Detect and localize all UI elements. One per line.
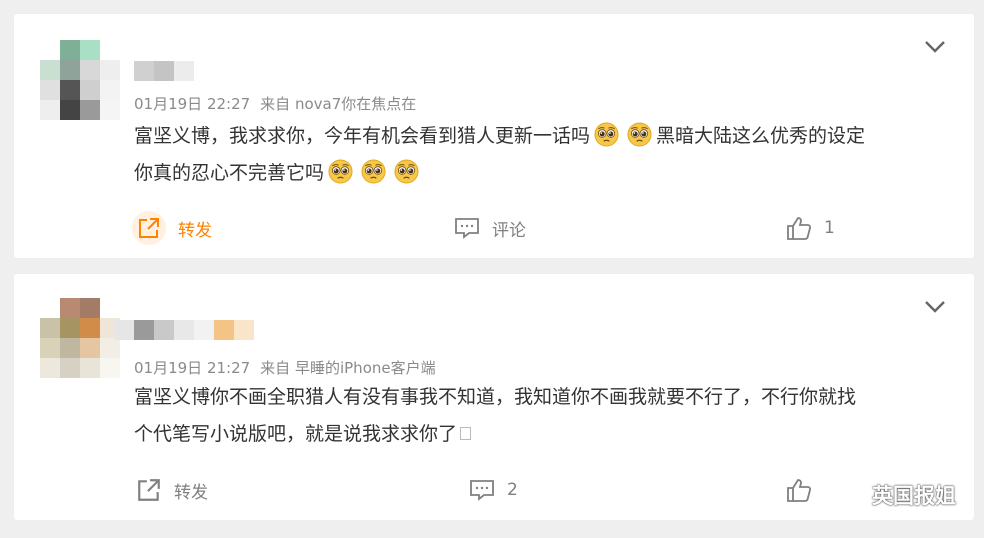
avatar-pixel [100,100,120,120]
avatar-pixel [60,298,80,318]
avatar-pixel [60,358,80,378]
avatar-pixel [40,80,60,100]
avatar-pixel [60,80,80,100]
avatar-pixel [40,338,60,358]
source-client[interactable]: 早睡的iPhone客户端 [295,359,436,377]
avatar-pixel [40,40,60,60]
like-button[interactable]: 1 [786,210,835,246]
wechat-icon [833,482,864,507]
username-pixel [194,320,214,340]
avatar-pixel [100,80,120,100]
avatar-pixel [100,338,120,358]
avatar-pixel [100,40,120,60]
timestamp: 01月19日 21:27 [134,359,251,377]
avatar-pixel [60,338,80,358]
comment-text: 富坚义博，我求求你，今年有机会看到猎人更新一话吗 黑暗大陆这么优秀的设定 你真的忍… [134,118,954,192]
username-pixel [214,320,234,340]
comment-meta: 01月19日 22:27 来自 nova7你在焦点在 [134,93,416,114]
pleading-face-emoji [394,159,419,184]
repost-icon-highlight [132,211,166,245]
source-client[interactable]: nova7你在焦点在 [295,95,416,113]
missing-glyph-box [460,427,472,440]
username-pixel [154,320,174,340]
pleading-face-emoji [627,122,652,147]
like-count: 1 [824,218,835,238]
username-pixel [114,320,134,340]
action-bar: 转发 2 [14,472,974,508]
username-pixel [134,320,154,340]
comment-text-part: 你真的忍心不完善它吗 [134,162,325,184]
avatar-pixel [60,40,80,60]
avatar-pixel [40,60,60,80]
timestamp: 01月19日 22:27 [134,95,251,113]
repost-button[interactable]: 转发 [136,472,208,508]
username[interactable] [134,61,194,81]
username-pixel [174,61,194,81]
avatar-pixel [60,318,80,338]
repost-icon [139,218,159,238]
thumbs-up-icon [787,217,812,240]
comment-text-part: 个代笔写小说版吧，就是说我求求你了 [134,423,458,445]
comment-text-part: 富坚义博，我求求你，今年有机会看到猎人更新一话吗 [134,125,591,147]
comment-line: 富坚义博你不画全职猎人有没有事我不知道，我知道你不画我就要不行了，不行你就找 [134,386,857,408]
avatar-pixel [80,100,100,120]
comment-line: 富坚义博，我求求你，今年有机会看到猎人更新一话吗 黑暗大陆这么优秀的设定 [134,118,954,155]
avatar-pixel [40,358,60,378]
comment-count: 2 [507,480,518,500]
watermark-text: 英国报姐 [872,484,956,508]
repost-label: 转发 [178,220,212,241]
avatar-pixel [80,358,100,378]
avatar-pixel [40,298,60,318]
avatar-pixel [80,40,100,60]
avatar-pixel [80,80,100,100]
pleading-face-emoji [328,159,353,184]
comment-icon [470,480,494,501]
avatar[interactable] [40,40,120,120]
comment-card: 01月19日 21:27 来自 早睡的iPhone客户端 富坚义博你不画全职猎人有… [14,274,974,520]
comment-text-part: 黑暗大陆这么优秀的设定 [656,125,866,147]
comment-label: 评论 [492,220,526,241]
action-bar: 转发 评论 1 [14,210,974,246]
avatar-pixel [80,338,100,358]
repost-icon [138,479,160,501]
avatar-pixel [100,358,120,378]
avatar[interactable] [40,298,120,378]
avatar-pixel [60,60,80,80]
username-pixel [134,61,154,81]
avatar-pixel [100,60,120,80]
avatar-pixel [40,100,60,120]
watermark: 英国报姐 [832,480,956,510]
username-pixel [174,320,194,340]
pleading-face-emoji [361,159,386,184]
pleading-face-emoji [594,122,619,147]
avatar-pixel [100,298,120,318]
repost-label: 转发 [174,482,208,503]
comment-card: 01月19日 22:27 来自 nova7你在焦点在 富坚义博，我求求你，今年有机… [14,14,974,258]
username-pixel [154,61,174,81]
comment-button[interactable]: 2 [469,472,518,508]
comment-icon [455,218,479,239]
comment-button[interactable]: 评论 [454,210,526,246]
avatar-pixel [80,60,100,80]
avatar-pixel [80,298,100,318]
username[interactable] [114,320,254,340]
source-prefix: 来自 [260,95,291,113]
avatar-pixel [40,318,60,338]
avatar-pixel [60,100,80,120]
comment-text: 富坚义博你不画全职猎人有没有事我不知道，我知道你不画我就要不行了，不行你就找 个… [134,379,954,453]
chevron-down-icon[interactable] [924,40,946,54]
thumbs-up-icon [787,479,812,502]
comment-meta: 01月19日 21:27 来自 早睡的iPhone客户端 [134,357,436,378]
avatar-pixel [80,318,100,338]
like-button[interactable] [786,472,812,508]
comment-line: 你真的忍心不完善它吗 [134,155,954,192]
comment-line: 个代笔写小说版吧，就是说我求求你了 [134,416,954,453]
chevron-down-icon[interactable] [924,300,946,314]
repost-button[interactable]: 转发 [132,210,212,246]
source-prefix: 来自 [260,359,291,377]
username-pixel [234,320,254,340]
